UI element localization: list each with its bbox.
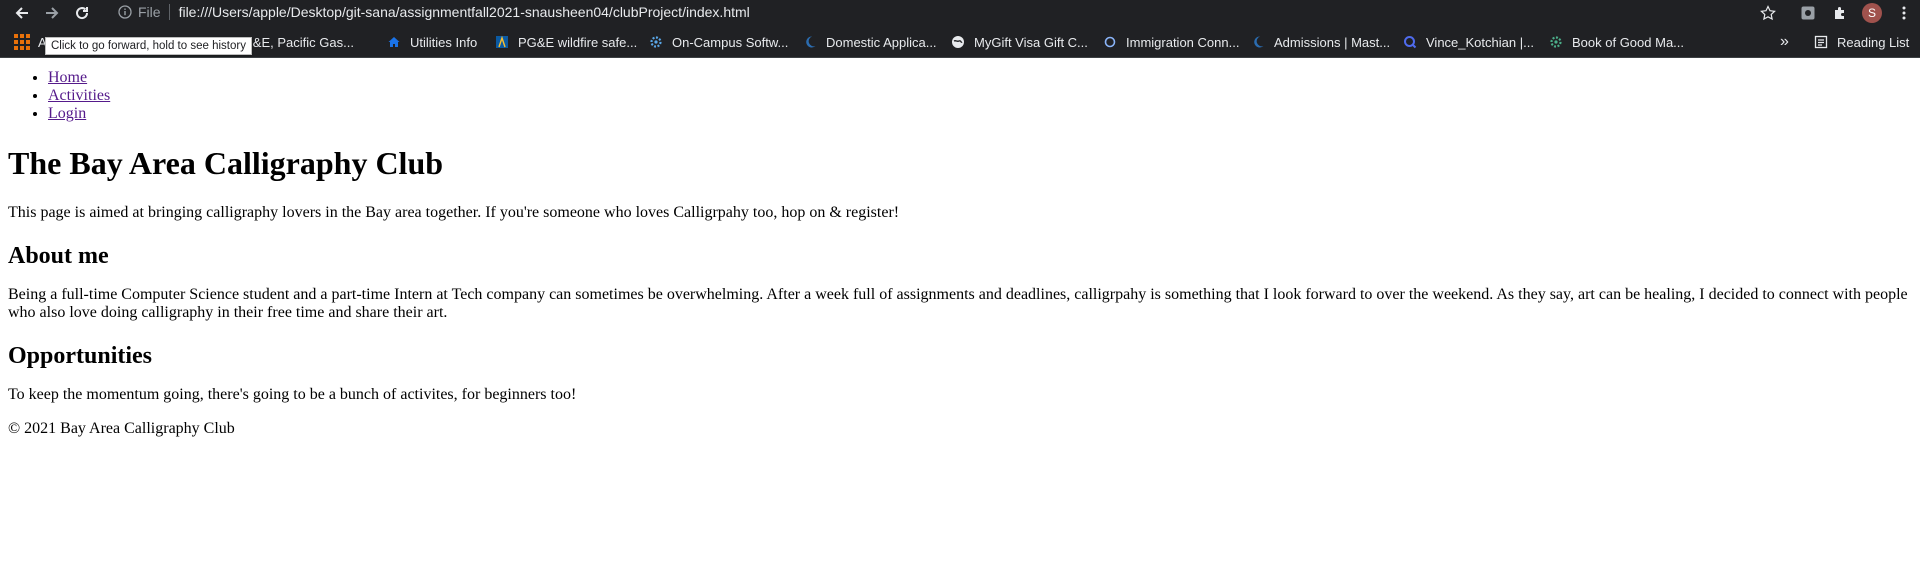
forward-arrow-icon: [46, 7, 59, 19]
page-content: Home Activities Login The Bay Area Calli…: [8, 59, 1912, 438]
nav-item-activities: Activities: [48, 87, 1912, 105]
reading-list-label: Reading List: [1837, 34, 1910, 50]
apps-grid-icon: [14, 34, 30, 50]
extension-square-icon: [1801, 6, 1815, 20]
about-heading: About me: [8, 243, 109, 269]
bookmark-label: MyGift Visa Gift C...: [974, 34, 1088, 50]
back-arrow-icon: [15, 7, 28, 19]
bookmark-domestic-applica[interactable]: Domestic Applica...: [802, 26, 937, 58]
bookmark-immigration[interactable]: Immigration Conn...: [1102, 26, 1239, 58]
scheme-label: File: [138, 4, 161, 20]
bookmark-admissions[interactable]: Admissions | Mast...: [1250, 26, 1390, 58]
bookmark-label: PG&E wildfire safe...: [518, 34, 638, 50]
bookmark-label: On-Campus Softw...: [672, 34, 789, 50]
reload-icon: [76, 7, 89, 20]
site-info-icon[interactable]: [118, 5, 132, 19]
forward-tooltip: Click to go forward, hold to see history: [45, 37, 252, 55]
nav-link-login[interactable]: Login: [48, 105, 86, 122]
house-icon: [386, 34, 402, 50]
q-icon: [1402, 34, 1418, 50]
avatar: S: [1862, 3, 1882, 23]
toolbar-actions: S: [1752, 0, 1920, 26]
bookmark-vince-kotchian[interactable]: Vince_Kotchian |...: [1402, 26, 1534, 58]
forward-button[interactable]: [40, 1, 64, 25]
extension-button[interactable]: [1792, 0, 1824, 26]
omnibox-divider: [168, 4, 170, 20]
bookmark-label: Immigration Conn...: [1126, 34, 1240, 50]
browser-toolbar: File file:///Users/apple/Desktop/git-san…: [0, 0, 1920, 26]
bookmark-mygift[interactable]: MyGift Visa Gift C...: [950, 26, 1088, 58]
bookmark-label: Domestic Applica...: [826, 34, 937, 50]
gear-icon: [1548, 34, 1564, 50]
bookmark-book-of-good-ma[interactable]: Book of Good Ma...: [1548, 26, 1684, 58]
gear-icon: [648, 34, 664, 50]
chevron-double-right-icon: »: [1780, 33, 1789, 50]
intro-paragraph: This page is aimed at bringing calligrap…: [8, 204, 900, 221]
bookmark-on-campus[interactable]: On-Campus Softw...: [648, 26, 788, 58]
page-title: The Bay Area Calligraphy Club: [8, 145, 444, 181]
footer-copyright: © 2021 Bay Area Calligraphy Club: [8, 420, 235, 437]
opportunities-heading: Opportunities: [8, 343, 153, 369]
bookmark-label: Admissions | Mast...: [1274, 34, 1391, 50]
bookmarks-overflow-button[interactable]: »: [1780, 26, 1789, 58]
reading-list-button[interactable]: Reading List: [1813, 26, 1909, 58]
back-button[interactable]: [10, 1, 34, 25]
reading-list-icon: [1813, 34, 1829, 50]
nav-link-activities[interactable]: Activities: [48, 87, 110, 104]
nav-item-login: Login: [48, 105, 1912, 123]
bookmark-star-button[interactable]: [1752, 0, 1784, 26]
profile-button[interactable]: S: [1856, 0, 1888, 26]
bookmark-apps[interactable]: A: [14, 26, 47, 58]
bookmark-label: Book of Good Ma...: [1572, 34, 1685, 50]
pge-icon: [494, 34, 510, 50]
bookmark-pge-wildfire[interactable]: PG&E wildfire safe...: [494, 26, 637, 58]
nav-link-home[interactable]: Home: [48, 69, 87, 86]
site-nav: Home Activities Login: [8, 69, 1912, 123]
circle-icon: [1102, 34, 1118, 50]
kebab-menu-icon: [1902, 6, 1906, 20]
extensions-menu-button[interactable]: [1824, 0, 1856, 26]
url-text[interactable]: file:///Users/apple/Desktop/git-sana/ass…: [179, 4, 750, 20]
nav-item-home: Home: [48, 69, 1912, 87]
globe-icon: [950, 34, 966, 50]
crescent-icon: [1250, 34, 1266, 50]
about-paragraph: Being a full-time Computer Science stude…: [8, 286, 1908, 321]
reload-button[interactable]: [70, 1, 94, 25]
crescent-icon: [802, 34, 818, 50]
bookmark-label: PG&E, Pacific Gas...: [234, 34, 354, 50]
puzzle-icon: [1835, 7, 1844, 19]
star-icon: [1760, 5, 1776, 21]
address-bar[interactable]: File file:///Users/apple/Desktop/git-san…: [110, 0, 1780, 24]
browser-menu-button[interactable]: [1888, 0, 1920, 26]
bookmark-utilities-info[interactable]: Utilities Info: [386, 26, 477, 58]
opportunities-paragraph: To keep the momentum going, there's goin…: [8, 386, 577, 403]
bookmark-label: Vince_Kotchian |...: [1426, 34, 1534, 50]
bookmark-pge[interactable]: PG&E, Pacific Gas...: [234, 26, 354, 58]
bookmark-label: Utilities Info: [410, 34, 478, 50]
bookmarks-bar: A PG&E, Pacific Gas... Utilities Info PG…: [0, 26, 1920, 58]
